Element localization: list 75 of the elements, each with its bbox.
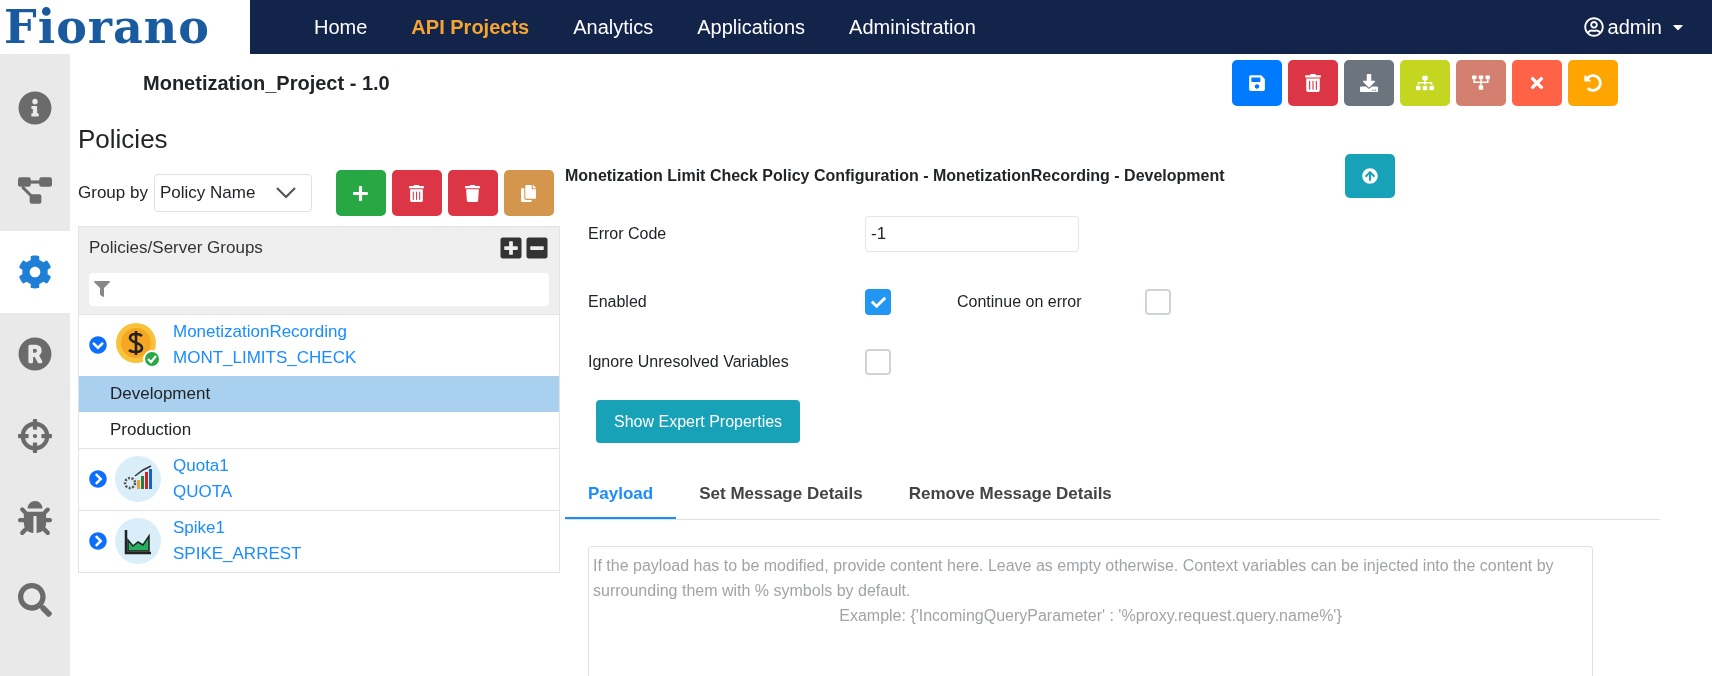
bug-icon bbox=[18, 501, 52, 535]
user-menu[interactable]: admin bbox=[1607, 12, 1686, 42]
toolbar-button[interactable] bbox=[1456, 60, 1506, 106]
hierarchy-icon bbox=[1416, 74, 1434, 92]
action-button[interactable] bbox=[503, 170, 554, 216]
logo: Fiorano bbox=[0, 0, 250, 54]
info-icon bbox=[18, 91, 52, 125]
filter-icon bbox=[94, 281, 110, 297]
checkbox[interactable] bbox=[865, 349, 891, 375]
policy-type: SPIKE_ARREST bbox=[173, 543, 302, 565]
dollar-coin-icon bbox=[115, 322, 161, 368]
chevron-down-icon bbox=[275, 187, 296, 199]
policy-name: Quota1 bbox=[173, 455, 230, 477]
tree-header: Policies/Server Groups bbox=[89, 237, 263, 259]
search-icon bbox=[18, 583, 52, 617]
user-icon bbox=[1583, 17, 1604, 37]
policy-name: MonetizationRecording bbox=[173, 321, 348, 343]
settings-icon bbox=[18, 255, 52, 289]
project-title: Monetization_Project - 1.0 bbox=[143, 71, 390, 96]
registered-icon bbox=[18, 337, 52, 371]
trash-icon bbox=[1304, 74, 1322, 92]
section-heading: Policies bbox=[78, 126, 169, 152]
chevron-right-icon bbox=[89, 470, 107, 488]
error-code-input[interactable]: -1 bbox=[865, 216, 1079, 252]
field-label: Ignore Unresolved Variables bbox=[588, 352, 790, 372]
tab[interactable]: Set Message Details bbox=[676, 471, 886, 519]
tab[interactable]: Remove Message Details bbox=[885, 471, 1135, 519]
checkbox[interactable] bbox=[865, 289, 891, 315]
policy-type: QUOTA bbox=[173, 481, 233, 503]
merge-icon bbox=[1472, 74, 1490, 92]
policy-type: MONT_LIMITS_CHECK bbox=[173, 347, 357, 369]
action-button[interactable] bbox=[391, 170, 442, 216]
payload-textarea[interactable] bbox=[588, 546, 1593, 676]
toolbar-button[interactable] bbox=[1232, 60, 1282, 106]
policy-name: Spike1 bbox=[173, 517, 226, 539]
upload-button[interactable] bbox=[1344, 154, 1395, 198]
sidebar-item[interactable] bbox=[0, 231, 70, 313]
nav-link[interactable]: Applications bbox=[675, 12, 828, 42]
crosshair-icon bbox=[18, 419, 52, 453]
field-label: Enabled bbox=[588, 292, 648, 312]
chevron-down-icon bbox=[89, 336, 107, 354]
plus-icon bbox=[352, 184, 370, 202]
config-title: Monetization Limit Check Policy Configuration - MonetizationRecording - Development bbox=[565, 166, 1225, 186]
undo-icon bbox=[1584, 74, 1602, 92]
collapse-all-icon[interactable] bbox=[525, 235, 549, 260]
group-by-select[interactable]: Policy Name bbox=[153, 174, 312, 212]
close-icon bbox=[1528, 74, 1546, 92]
field-label: Continue on error bbox=[957, 292, 1083, 312]
area-chart-icon bbox=[115, 518, 161, 564]
toolbar-button[interactable] bbox=[1512, 60, 1562, 106]
download-icon bbox=[1360, 74, 1378, 92]
payload-placeholder: If the payload has to be modified, provide content here. Leave as empty otherwise. Context variables can be injected into the content by surrounding them with % symbols by default. bbox=[593, 556, 1555, 601]
save-icon bbox=[1248, 74, 1266, 92]
toolbar-button[interactable] bbox=[1288, 60, 1338, 106]
group-by-label: Group by bbox=[78, 182, 148, 205]
tree-item[interactable]: Development bbox=[79, 375, 559, 412]
payload-example: Example: {'IncomingQueryParameter' : '%proxy.request.query.name%'} bbox=[838, 606, 1343, 626]
toolbar-button[interactable] bbox=[1344, 60, 1394, 106]
action-button[interactable] bbox=[447, 170, 498, 216]
upload-icon bbox=[1361, 168, 1378, 184]
trash-icon bbox=[408, 184, 426, 202]
chevron-right-icon bbox=[89, 532, 107, 550]
filter-field[interactable] bbox=[89, 272, 549, 306]
action-button[interactable] bbox=[335, 170, 386, 216]
field-label: Error Code bbox=[588, 224, 668, 244]
nav-link[interactable]: Home bbox=[292, 12, 390, 42]
trash-icon bbox=[464, 184, 482, 202]
nav-link[interactable]: Administration bbox=[827, 12, 998, 42]
checkbox[interactable] bbox=[1145, 289, 1171, 315]
nav-link[interactable]: Analytics bbox=[551, 12, 676, 42]
checkmark-icon bbox=[870, 294, 886, 310]
expand-all-icon[interactable] bbox=[499, 235, 523, 260]
nav-link[interactable]: API Projects bbox=[389, 12, 552, 42]
copy-icon bbox=[520, 184, 538, 202]
gauge-chart-icon bbox=[115, 456, 161, 502]
